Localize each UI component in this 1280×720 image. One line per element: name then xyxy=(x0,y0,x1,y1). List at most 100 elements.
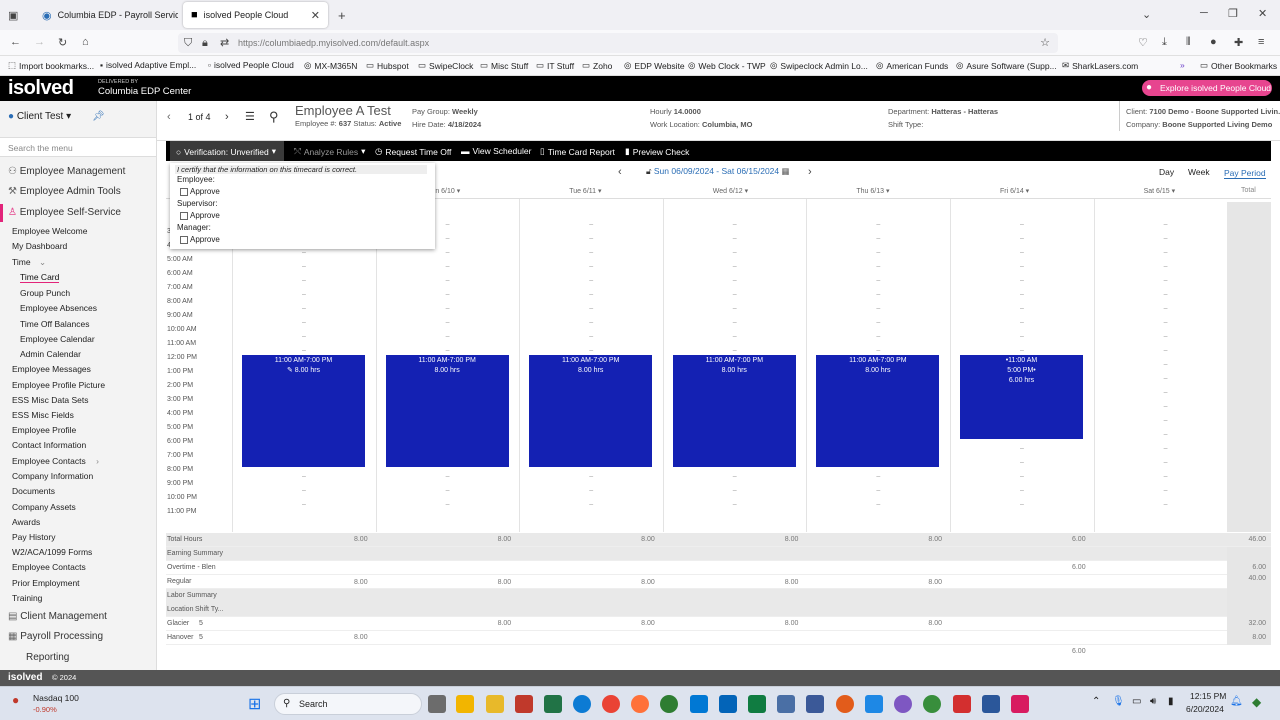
empty-slot[interactable]: – xyxy=(1164,389,1168,396)
supervisor-approve[interactable]: Approve xyxy=(180,211,220,220)
calculator-icon[interactable] xyxy=(544,695,562,713)
empty-slot[interactable]: – xyxy=(733,319,737,326)
clock-date[interactable]: 6/20/2024 xyxy=(1186,704,1224,714)
account-icon[interactable]: ● xyxy=(1210,36,1217,48)
sidebar-item-contact-information[interactable]: Contact Information xyxy=(12,440,86,450)
app-icon[interactable] xyxy=(953,695,971,713)
empty-slot[interactable]: – xyxy=(733,291,737,298)
search-icon[interactable]: ⚲ xyxy=(269,109,279,125)
empty-slot[interactable]: – xyxy=(1164,221,1168,228)
empty-slot[interactable]: – xyxy=(589,263,593,270)
microphone-icon[interactable]: 🎙︎ xyxy=(1112,696,1125,707)
settings-icon[interactable] xyxy=(894,695,912,713)
empty-slot[interactable]: – xyxy=(733,305,737,312)
app-icon[interactable] xyxy=(806,695,824,713)
empty-slot[interactable]: – xyxy=(1020,235,1024,242)
app-icon[interactable] xyxy=(836,695,854,713)
client-selector[interactable]: ● Client Test ▾ xyxy=(8,111,71,122)
next-week-icon[interactable]: › xyxy=(808,166,812,178)
sidebar-item-group-punch[interactable]: Group Punch xyxy=(20,288,70,298)
sidebar-employee-management[interactable]: ⚇ Employee Management xyxy=(8,166,125,177)
empty-slot[interactable]: – xyxy=(1164,305,1168,312)
bookmark-item[interactable]: ▭ Zoho xyxy=(582,60,612,71)
manager-approve[interactable]: Approve xyxy=(180,235,220,244)
sidebar-item-awards[interactable]: Awards xyxy=(12,517,40,527)
empty-slot[interactable]: – xyxy=(302,319,306,326)
reload-icon[interactable]: ↻ xyxy=(58,36,67,49)
empty-slot[interactable]: – xyxy=(446,263,450,270)
sidebar-item-employee-absences[interactable]: Employee Absences xyxy=(20,303,97,313)
empty-slot[interactable]: – xyxy=(302,291,306,298)
empty-slot[interactable]: – xyxy=(1020,347,1024,354)
empty-slot[interactable]: – xyxy=(589,487,593,494)
empty-slot[interactable]: – xyxy=(733,235,737,242)
employee-approve-checkbox[interactable] xyxy=(180,187,188,196)
empty-slot[interactable]: – xyxy=(1164,361,1168,368)
sidebar-item-documents[interactable]: Documents xyxy=(12,486,55,496)
empty-slot[interactable]: – xyxy=(733,487,737,494)
empty-slot[interactable]: – xyxy=(1164,459,1168,466)
bookmark-item[interactable]: ◎ MX-M365N xyxy=(304,60,357,71)
request-time-off-button[interactable]: ◷ Request Time Off xyxy=(375,146,451,157)
empty-slot[interactable]: – xyxy=(1020,305,1024,312)
empty-slot[interactable]: – xyxy=(876,473,880,480)
shift-block[interactable]: •11:00 AM 5:00 PM• 6.00 hrs xyxy=(960,355,1083,439)
empty-slot[interactable]: – xyxy=(1020,473,1024,480)
supervisor-approve-checkbox[interactable] xyxy=(180,211,188,220)
empty-slot[interactable]: – xyxy=(1020,459,1024,466)
empty-slot[interactable]: – xyxy=(1020,487,1024,494)
next-employee-icon[interactable]: › xyxy=(225,111,229,123)
chevron-up-icon[interactable]: ⌃ xyxy=(1092,696,1100,707)
empty-slot[interactable]: – xyxy=(446,319,450,326)
empty-slot[interactable]: – xyxy=(302,333,306,340)
downloads-icon[interactable]: ⤓ xyxy=(1162,36,1167,49)
explore-people-cloud-button[interactable]: ● Explore isolved People Cloud xyxy=(1142,80,1272,96)
close-icon[interactable]: ✕ xyxy=(311,9,320,22)
empty-slot[interactable]: – xyxy=(589,333,593,340)
empty-slot[interactable]: – xyxy=(1164,333,1168,340)
bookmark-item[interactable]: ▭ Hubspot xyxy=(366,60,409,71)
sidebar-item-employee-profile[interactable]: Employee Profile xyxy=(12,425,76,435)
empty-slot[interactable]: – xyxy=(1164,487,1168,494)
empty-slot[interactable]: – xyxy=(1164,403,1168,410)
empty-slot[interactable]: – xyxy=(1164,431,1168,438)
app-icon[interactable] xyxy=(923,695,941,713)
empty-slot[interactable]: – xyxy=(1020,501,1024,508)
empty-slot[interactable]: – xyxy=(876,249,880,256)
empty-slot[interactable]: – xyxy=(1164,249,1168,256)
notepad-icon[interactable] xyxy=(865,695,883,713)
empty-slot[interactable]: – xyxy=(446,277,450,284)
sidebar-item-employee-messages[interactable]: Employee Messages xyxy=(12,364,91,374)
empty-slot[interactable]: – xyxy=(302,305,306,312)
tab-list-icon[interactable]: ▣ xyxy=(8,9,18,22)
empty-slot[interactable]: – xyxy=(876,501,880,508)
app-icon[interactable] xyxy=(660,695,678,713)
sidebar-item-time[interactable]: Time ⌄ xyxy=(12,257,46,268)
empty-slot[interactable]: – xyxy=(1164,473,1168,480)
preview-check-button[interactable]: ▮ Preview Check xyxy=(625,146,689,157)
more-bookmarks-icon[interactable]: » xyxy=(1180,60,1185,70)
menu-icon[interactable]: ≡ xyxy=(1258,36,1264,48)
edge-icon[interactable] xyxy=(573,695,591,713)
clock-time[interactable]: 12:15 PM xyxy=(1190,691,1226,701)
empty-slot[interactable]: – xyxy=(733,263,737,270)
empty-slot[interactable]: – xyxy=(733,221,737,228)
verification-dropdown[interactable]: ○ Verification: Unverified ▾ xyxy=(176,146,276,157)
empty-slot[interactable]: – xyxy=(1020,445,1024,452)
bookmark-item[interactable]: ◎ Web Clock - TWP xyxy=(688,60,766,71)
empty-slot[interactable]: – xyxy=(446,221,450,228)
sidebar-item-w2-forms[interactable]: W2/ACA/1099 Forms xyxy=(12,547,92,557)
empty-slot[interactable]: – xyxy=(1164,375,1168,382)
empty-slot[interactable]: – xyxy=(876,333,880,340)
day-header[interactable]: Sat 6/15 ▾ xyxy=(1144,187,1176,195)
empty-slot[interactable]: – xyxy=(302,249,306,256)
excel-icon[interactable] xyxy=(748,695,766,713)
volume-icon[interactable]: 🔊︎ xyxy=(1150,696,1156,707)
app-icon[interactable] xyxy=(1011,695,1029,713)
isolved-logo[interactable]: isolved xyxy=(8,77,74,100)
bookmark-item[interactable]: ▭ IT Stuff xyxy=(536,60,574,71)
empty-slot[interactable]: – xyxy=(1164,445,1168,452)
sidebar-item-company-information[interactable]: Company Information xyxy=(12,471,93,481)
empty-slot[interactable]: – xyxy=(446,347,450,354)
empty-slot[interactable]: – xyxy=(733,277,737,284)
